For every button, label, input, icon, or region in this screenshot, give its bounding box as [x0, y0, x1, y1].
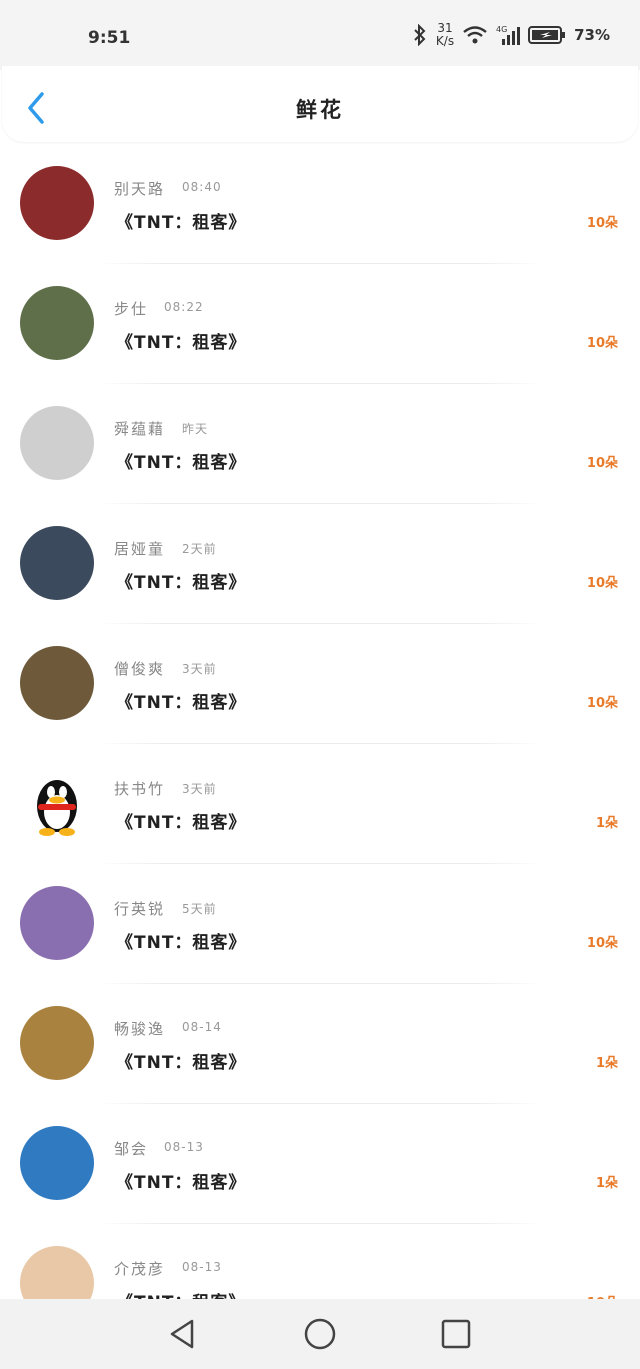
- sent-time: 3天前: [182, 662, 217, 676]
- book-title: 《TNT：租客》: [116, 1173, 247, 1193]
- nav-back-button[interactable]: [166, 1317, 200, 1351]
- wifi-icon: [462, 25, 488, 45]
- avatar[interactable]: [20, 1006, 94, 1080]
- list-item[interactable]: 舜蕴藉 昨天 《TNT：租客》 10朵: [0, 384, 640, 504]
- status-icons: 31 K/s 4G 73%: [412, 22, 610, 48]
- sent-time: 3天前: [182, 782, 217, 796]
- sent-time: 08-13: [182, 1260, 222, 1274]
- sent-time: 08-14: [182, 1020, 222, 1034]
- flower-quantity: 10朵: [586, 576, 618, 591]
- sender-name: 畅骏逸: [114, 1020, 166, 1038]
- sender-name: 别天路: [114, 180, 166, 198]
- book-title: 《TNT：租客》: [116, 933, 247, 953]
- page-title: 鲜花: [296, 98, 344, 122]
- list-item[interactable]: 畅骏逸 08-14 《TNT：租客》 1朵: [0, 984, 640, 1104]
- flower-quantity: 1朵: [595, 1056, 618, 1071]
- net-speed-unit: K/s: [435, 34, 455, 48]
- sender-name: 步仕: [114, 300, 149, 318]
- list-item[interactable]: 邹会 08-13 《TNT：租客》 1朵: [0, 1104, 640, 1224]
- sent-time: 08-13: [164, 1140, 204, 1154]
- avatar[interactable]: [20, 766, 94, 840]
- triangle-back-icon: [170, 1319, 194, 1349]
- penguin-icon: [37, 780, 77, 836]
- book-title: 《TNT：租客》: [116, 1053, 247, 1073]
- square-recents-icon: [441, 1319, 471, 1349]
- nav-recents-button[interactable]: [439, 1317, 473, 1351]
- cellular-signal-icon: 4G: [496, 24, 521, 46]
- list-item[interactable]: 居娅童 2天前 《TNT：租客》 10朵: [0, 504, 640, 624]
- list-item[interactable]: 僧俊爽 3天前 《TNT：租客》 10朵: [0, 624, 640, 744]
- list-item[interactable]: 行英锐 5天前 《TNT：租客》 10朵: [0, 864, 640, 984]
- nav-home-button[interactable]: [303, 1317, 337, 1351]
- circle-home-icon: [304, 1318, 336, 1350]
- system-nav-bar: [0, 1299, 640, 1369]
- sent-time: 08:22: [164, 300, 204, 314]
- avatar[interactable]: [20, 526, 94, 600]
- avatar[interactable]: [20, 166, 94, 240]
- sent-time: 5天前: [182, 902, 217, 916]
- sender-name: 扶书竹: [114, 780, 166, 798]
- svg-text:4G: 4G: [496, 25, 507, 34]
- flower-quantity: 10朵: [586, 216, 618, 231]
- list-item[interactable]: 扶书竹 3天前 《TNT：租客》 1朵: [0, 744, 640, 864]
- sender-name: 介茂彦: [114, 1260, 166, 1278]
- book-title: 《TNT：租客》: [116, 453, 247, 473]
- sent-time: 2天前: [182, 542, 217, 556]
- flower-quantity: 10朵: [586, 936, 618, 951]
- flower-quantity: 1朵: [595, 1176, 618, 1191]
- sender-name: 居娅童: [114, 540, 166, 558]
- book-title: 《TNT：租客》: [116, 813, 247, 833]
- bluetooth-icon: [412, 24, 428, 46]
- flower-quantity: 10朵: [586, 336, 618, 351]
- book-title: 《TNT：租客》: [116, 693, 247, 713]
- avatar[interactable]: [20, 286, 94, 360]
- sender-name: 邹会: [114, 1140, 149, 1158]
- avatar[interactable]: [20, 1126, 94, 1200]
- book-title: 《TNT：租客》: [116, 573, 247, 593]
- flower-gift-list: 别天路 08:40 《TNT：租客》 10朵 步仕 08:22 《TNT：租客》…: [0, 144, 640, 1344]
- avatar[interactable]: [20, 886, 94, 960]
- battery-percent: 73%: [574, 26, 610, 44]
- sent-time: 08:40: [182, 180, 222, 194]
- sender-name: 行英锐: [114, 900, 166, 918]
- list-item[interactable]: 别天路 08:40 《TNT：租客》 10朵: [0, 144, 640, 264]
- net-speed: 31 K/s: [436, 22, 454, 48]
- sender-name: 僧俊爽: [114, 660, 166, 678]
- book-title: 《TNT：租客》: [116, 213, 247, 233]
- avatar[interactable]: [20, 406, 94, 480]
- sent-time: 昨天: [182, 422, 209, 436]
- battery-icon: [528, 25, 566, 45]
- status-bar: 9:51 31 K/s 4G 73%: [0, 0, 640, 70]
- list-item[interactable]: 步仕 08:22 《TNT：租客》 10朵: [0, 264, 640, 384]
- sender-name: 舜蕴藉: [114, 420, 166, 438]
- flower-quantity: 10朵: [586, 696, 618, 711]
- flower-quantity: 10朵: [586, 456, 618, 471]
- book-title: 《TNT：租客》: [116, 333, 247, 353]
- status-time: 9:51: [88, 28, 131, 48]
- header: 鲜花: [2, 66, 638, 142]
- avatar[interactable]: [20, 646, 94, 720]
- flower-quantity: 1朵: [595, 816, 618, 831]
